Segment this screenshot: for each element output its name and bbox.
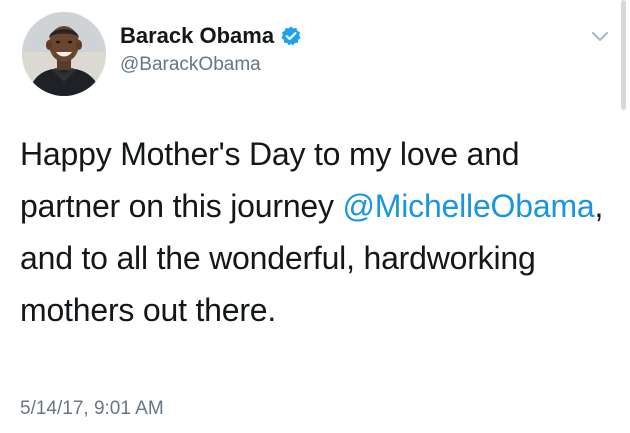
user-handle[interactable]: @BarackObama xyxy=(120,54,261,76)
mention-link[interactable]: @MichelleObama xyxy=(343,188,595,224)
tweet-timestamp[interactable]: 5/14/17, 9:01 AM xyxy=(20,398,164,420)
chevron-down-icon[interactable] xyxy=(588,24,612,48)
profile-photo-icon xyxy=(22,12,106,96)
tweet-card: Barack Obama @BarackObama Happy Mother's… xyxy=(0,0,630,433)
display-name[interactable]: Barack Obama xyxy=(120,23,274,49)
scrollbar[interactable] xyxy=(621,0,626,110)
verified-badge-icon xyxy=(280,25,302,47)
author-name-row: Barack Obama xyxy=(120,22,302,50)
tweet-text: Happy Mother's Day to my love and partne… xyxy=(20,128,610,336)
avatar[interactable] xyxy=(22,12,106,96)
